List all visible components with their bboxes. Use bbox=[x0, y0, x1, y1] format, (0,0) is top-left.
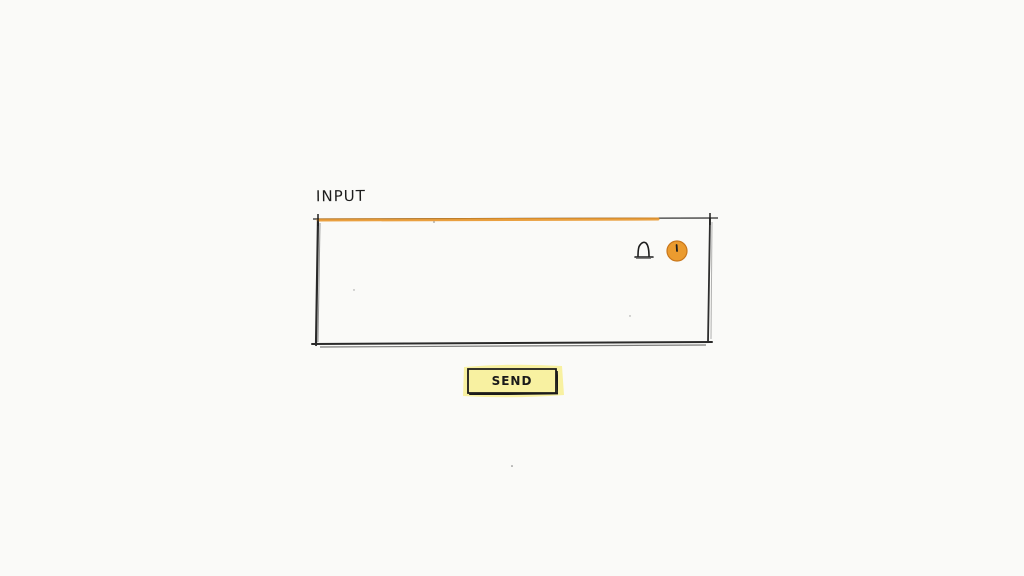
send-button-label: SEND bbox=[491, 374, 533, 388]
alert-circle-icon[interactable] bbox=[664, 238, 690, 264]
send-button[interactable]: SEND bbox=[466, 367, 558, 395]
bell-icon[interactable] bbox=[632, 238, 656, 262]
input-label: INPUT bbox=[315, 186, 366, 206]
